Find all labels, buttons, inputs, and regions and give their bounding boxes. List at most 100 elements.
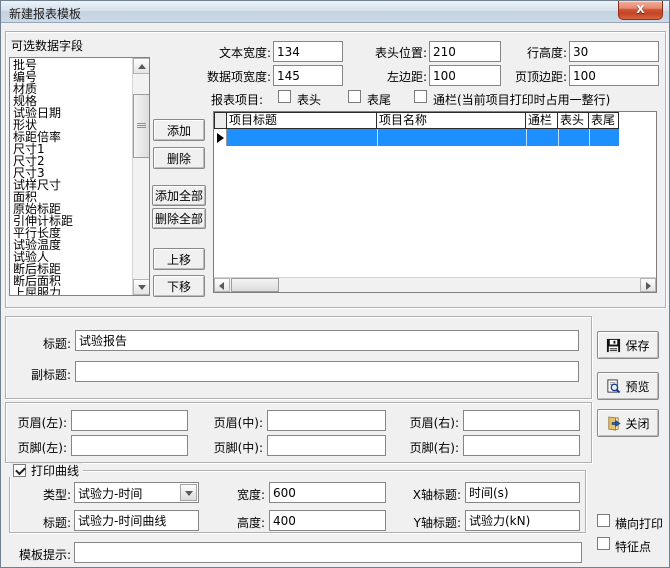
curve-height-label: 高度: (221, 514, 265, 531)
page-header-center-input[interactable] (267, 410, 386, 431)
grid-selected-row[interactable] (214, 128, 619, 146)
page-header-right-input[interactable] (463, 410, 580, 431)
add-button[interactable]: 添加 (153, 119, 205, 141)
grid-column-item-title[interactable]: 项目标题 (226, 112, 377, 129)
scrollbar-thumb[interactable] (133, 94, 150, 158)
grid-horizontal-scrollbar[interactable] (214, 277, 656, 292)
page-header-center-label: 页眉(中): (201, 414, 263, 431)
header-pos-label: 表头位置: (353, 44, 427, 61)
banner-checkbox-label: 通栏(当前项目打印时占用一整行) (433, 91, 610, 108)
page-header-right-label: 页眉(右): (397, 414, 459, 431)
column-divider (526, 129, 527, 146)
list-vertical-scrollbar[interactable] (132, 58, 149, 295)
footer-checkbox-label: 表尾 (367, 91, 391, 108)
curve-type-value: 试验力-时间 (78, 485, 142, 502)
item-width-input[interactable] (273, 65, 343, 86)
landscape-print-checkbox[interactable] (597, 514, 610, 527)
remove-all-button[interactable]: 删除全部 (152, 208, 206, 229)
save-button[interactable]: 保存 (597, 331, 659, 359)
arrow-down-icon (138, 285, 146, 290)
dialog-new-report-template: 新建报表模板 X 可选数据字段 批号 编号 材质 规格 试验日期 形状 标距倍率… (0, 0, 670, 568)
arrow-up-icon (138, 64, 146, 69)
curve-width-input[interactable] (269, 482, 386, 503)
report-title-label: 标题: (19, 335, 71, 352)
report-subtitle-input[interactable] (75, 361, 579, 382)
row-height-input[interactable] (569, 41, 659, 62)
page-footer-left-input[interactable] (71, 435, 188, 456)
feature-points-checkbox[interactable] (597, 537, 610, 550)
feature-points-label: 特征点 (615, 538, 651, 555)
page-footer-center-input[interactable] (267, 435, 386, 456)
list-item[interactable]: 上屈服力 (11, 287, 132, 295)
grid-header-row: 项目标题 项目名称 通栏 表头 表尾 (214, 112, 619, 129)
page-footer-right-label: 页脚(右): (397, 439, 459, 456)
curve-title-label: 标题: (23, 514, 71, 531)
column-divider (377, 129, 378, 146)
curve-height-input[interactable] (269, 510, 386, 531)
close-window-button[interactable]: X (618, 1, 663, 20)
move-up-button[interactable]: 上移 (153, 248, 205, 270)
hscrollbar-thumb[interactable] (231, 278, 279, 292)
combo-dropdown-button[interactable] (180, 484, 197, 501)
move-down-button[interactable]: 下移 (153, 275, 205, 297)
save-button-label: 保存 (625, 337, 649, 354)
template-hint-input[interactable] (74, 542, 582, 563)
report-items-grid[interactable]: 项目标题 项目名称 通栏 表头 表尾 (213, 111, 657, 293)
text-width-input[interactable] (273, 41, 343, 62)
arrow-right-icon (646, 282, 651, 290)
scroll-right-button[interactable] (640, 278, 656, 292)
page-footer-center-label: 页脚(中): (201, 439, 263, 456)
left-margin-input[interactable] (429, 65, 501, 86)
selected-row-highlight (227, 129, 619, 146)
y-axis-title-label: Y轴标题: (397, 514, 461, 531)
scroll-left-button[interactable] (214, 278, 230, 292)
banner-checkbox[interactable] (414, 90, 427, 103)
page-footer-right-input[interactable] (463, 435, 580, 456)
scroll-down-button[interactable] (133, 279, 150, 295)
close-button-label: 关闭 (625, 415, 649, 432)
add-all-button[interactable]: 添加全部 (152, 185, 206, 206)
grid-column-header[interactable]: 表头 (557, 112, 589, 129)
header-pos-input[interactable] (429, 41, 501, 62)
grid-column-footer[interactable]: 表尾 (588, 112, 619, 129)
header-checkbox-label: 表头 (297, 91, 321, 108)
thumb-grip-icon (137, 123, 146, 124)
chevron-down-icon (185, 491, 193, 496)
top-margin-input[interactable] (569, 65, 659, 86)
grid-column-banner[interactable]: 通栏 (525, 112, 558, 129)
left-margin-label: 左边距: (353, 68, 427, 85)
report-subtitle-label: 副标题: (13, 366, 71, 383)
page-footer-left-label: 页脚(左): (7, 439, 67, 456)
close-button[interactable]: 关闭 (597, 409, 659, 437)
scroll-up-button[interactable] (133, 58, 150, 74)
current-row-arrow-icon (217, 133, 224, 143)
x-axis-title-input[interactable] (465, 482, 580, 503)
available-fields-listbox[interactable]: 批号 编号 材质 规格 试验日期 形状 标距倍率 尺寸1 尺寸2 尺寸3 试样尺… (9, 57, 150, 296)
curve-title-input[interactable] (74, 510, 199, 531)
item-width-label: 数据项宽度: (197, 68, 271, 85)
title-bar[interactable]: 新建报表模板 X (1, 1, 669, 23)
curve-width-label: 宽度: (221, 486, 265, 503)
preview-button[interactable]: 预览 (597, 372, 659, 400)
window-title: 新建报表模板 (9, 5, 81, 22)
remove-button[interactable]: 删除 (153, 147, 205, 169)
report-items-label: 报表项目: (211, 91, 263, 108)
text-width-label: 文本宽度: (197, 44, 271, 61)
curve-type-combo[interactable]: 试验力-时间 (74, 482, 199, 503)
curve-type-label: 类型: (23, 486, 71, 503)
exit-door-icon (606, 416, 621, 431)
grid-column-item-name[interactable]: 项目名称 (376, 112, 526, 129)
template-hint-label: 模板提示: (9, 546, 71, 563)
field-list: 批号 编号 材质 规格 试验日期 形状 标距倍率 尺寸1 尺寸2 尺寸3 试样尺… (11, 59, 132, 295)
print-curve-legend: 打印曲线 (9, 463, 83, 477)
page-header-left-input[interactable] (71, 410, 188, 431)
print-curve-label: 打印曲线 (31, 462, 79, 479)
header-checkbox[interactable] (278, 90, 291, 103)
arrow-left-icon (219, 282, 224, 290)
column-divider (589, 129, 590, 146)
y-axis-title-input[interactable] (465, 510, 580, 531)
print-curve-checkbox[interactable] (13, 464, 26, 477)
report-title-input[interactable] (75, 330, 579, 351)
footer-checkbox[interactable] (348, 90, 361, 103)
save-icon (606, 338, 621, 353)
